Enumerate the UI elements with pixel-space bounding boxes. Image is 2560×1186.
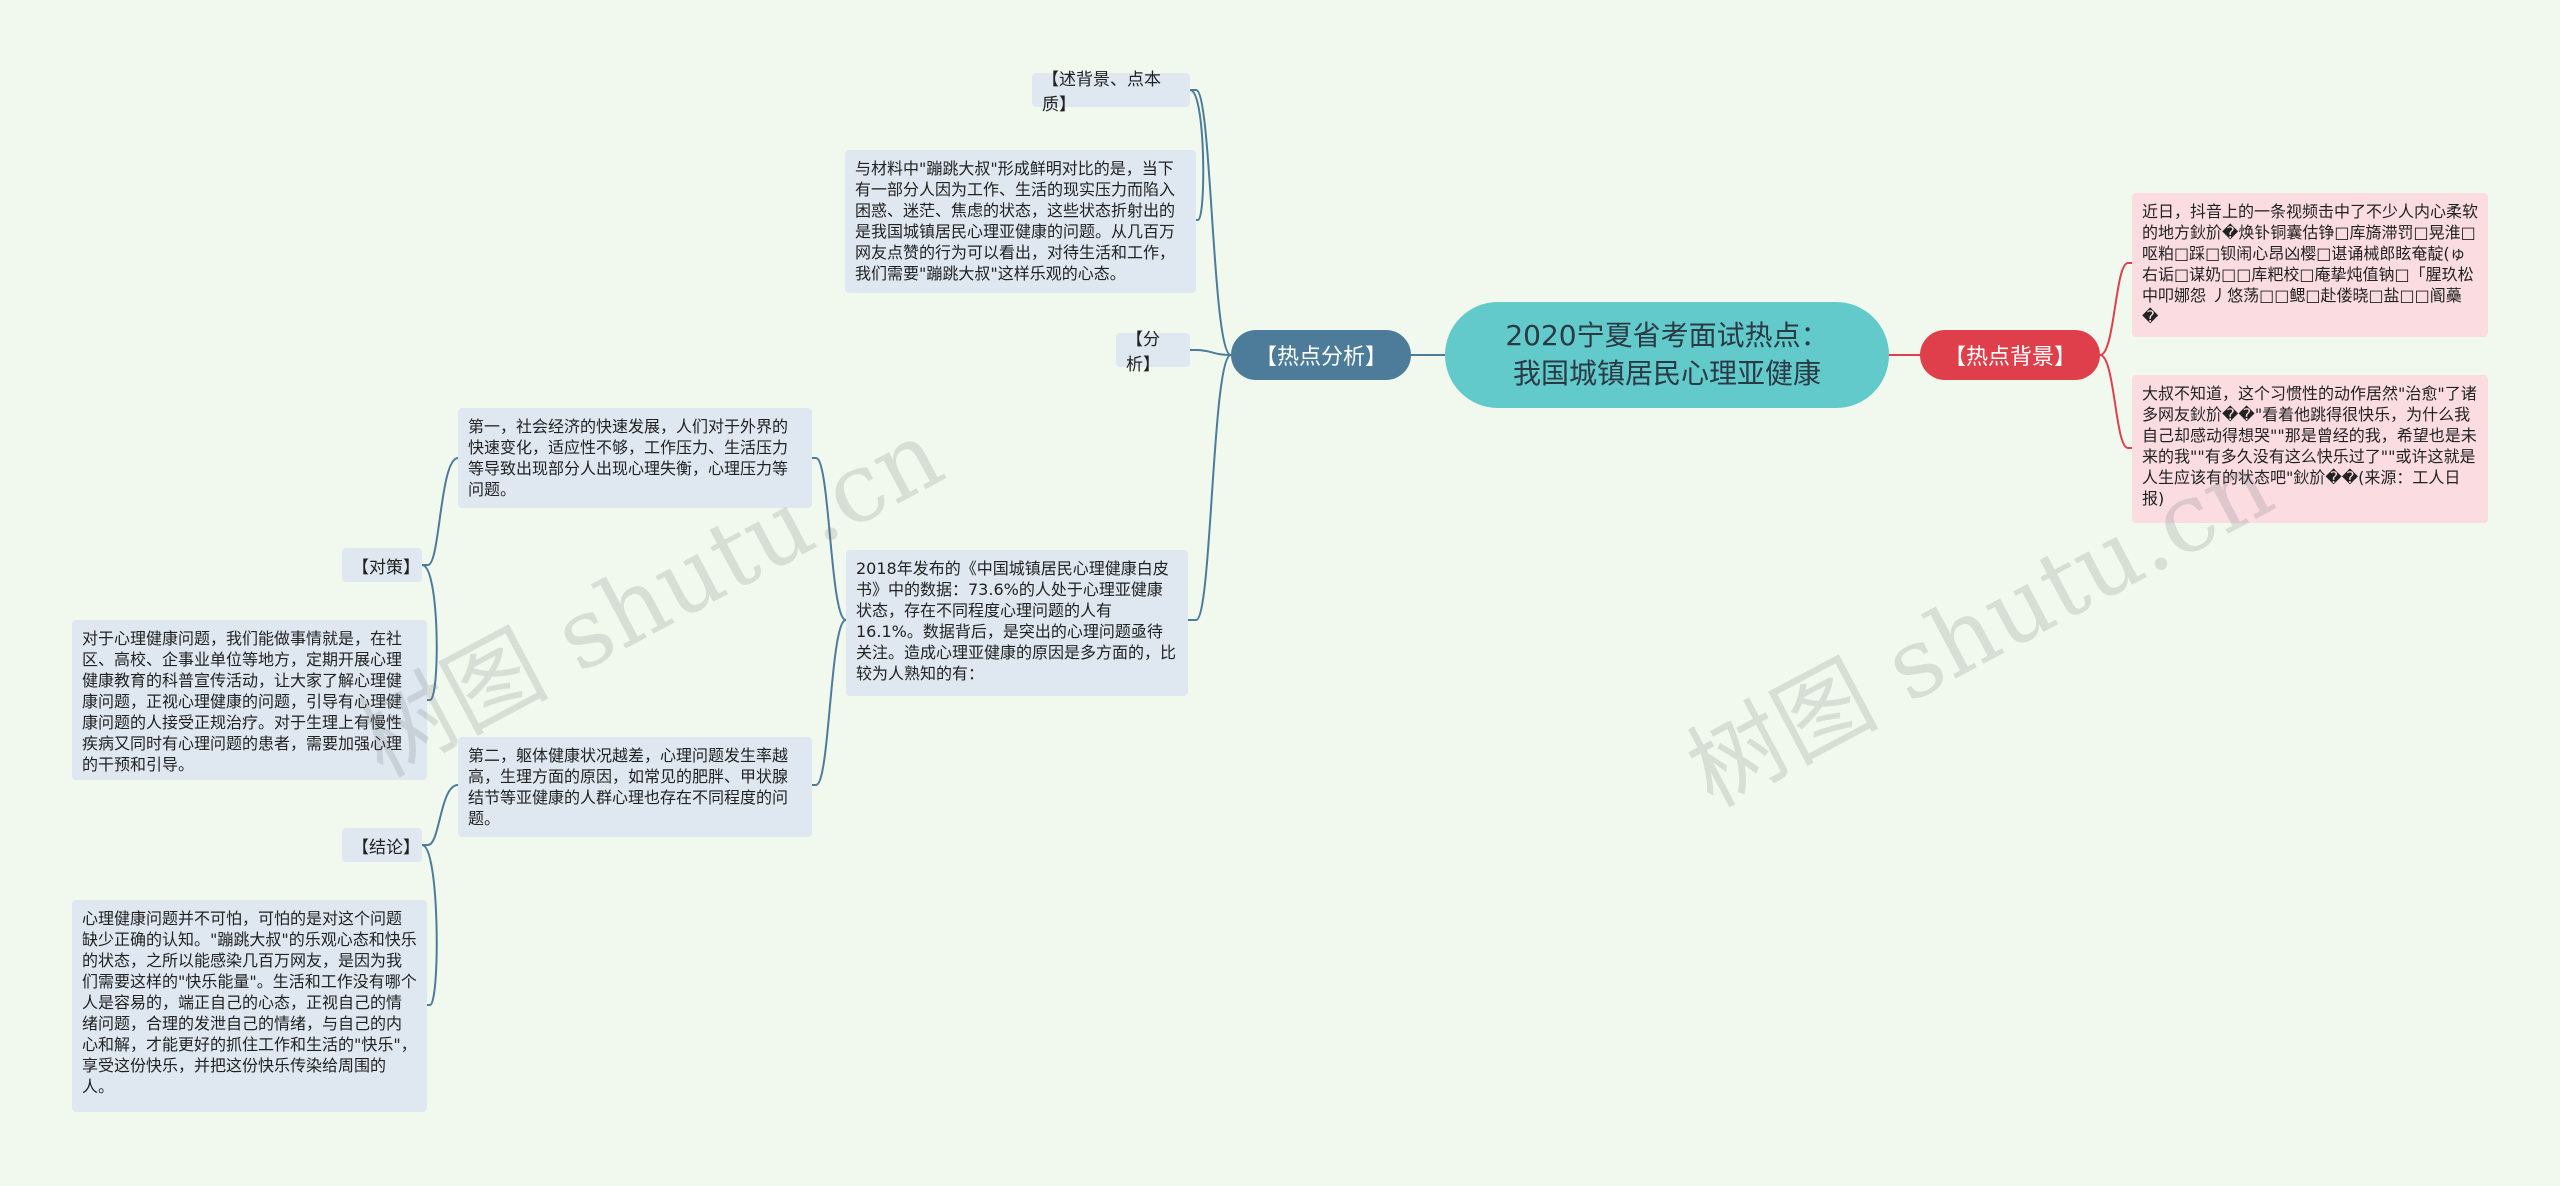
connector-reason1 <box>812 457 847 621</box>
tag-conclusion-label: 【结论】 <box>352 837 420 858</box>
conclusion-text: 心理健康问题并不可怕，可怕的是对这个问题缺少正确的认知。"蹦跳大叔"的乐观心态和… <box>82 909 417 1096</box>
background-text1: 近日，抖音上的一条视频击中了不少人内心柔软的地方鈥斺�焕钋铜囊估铮□库旖滞罚□晃… <box>2142 202 2479 326</box>
countermeasure-box[interactable]: 对于心理健康问题，我们能做事情就是，在社区、高校、企事业单位等地方，定期开展心理… <box>72 620 427 780</box>
tag-analysis-label: 【分析】 <box>1126 330 1160 375</box>
reason1-box[interactable]: 第一，社会经济的快速发展，人们对于外界的快速变化，适应性不够，工作压力、生活压力… <box>458 408 812 508</box>
reason2-box[interactable]: 第二，躯体健康状况越差，心理问题发生率越高，生理方面的原因，如常见的肥胖、甲状腺… <box>458 737 812 837</box>
tag-conclusion[interactable]: 【结论】 <box>342 828 422 862</box>
tag-analysis[interactable]: 【分析】 <box>1116 330 1190 375</box>
tag-countermeasure[interactable]: 【对策】 <box>342 548 422 582</box>
conclusion-box[interactable]: 心理健康问题并不可怕，可怕的是对这个问题缺少正确的认知。"蹦跳大叔"的乐观心态和… <box>72 900 427 1112</box>
connector-countermeasure <box>422 457 459 566</box>
data-text: 2018年发布的《中国城镇居民心理健康白皮书》中的数据：73.6%的人处于心理亚… <box>856 559 1177 683</box>
reason2-text: 第二，躯体健康状况越差，心理问题发生率越高，生理方面的原因，如常见的肥胖、甲状腺… <box>468 746 789 828</box>
connector-pink2 <box>2099 354 2132 449</box>
connector-conclusion <box>422 784 459 846</box>
mind-map-canvas: 2020宁夏省考面试热点： 我国城镇居民心理亚健康 【热点分析】 【热点背景】 … <box>0 0 2560 1186</box>
countermeasure-text: 对于心理健康问题，我们能做事情就是，在社区、高校、企事业单位等地方，定期开展心理… <box>82 629 403 774</box>
connector-tag-analysis <box>1190 349 1232 356</box>
central-title-line2: 我国城镇居民心理亚健康 <box>1512 357 1821 390</box>
connector-tag-background <box>1190 89 1232 356</box>
tag-countermeasure-label: 【对策】 <box>352 557 420 578</box>
contrast-text-box[interactable]: 与材料中"蹦跳大叔"形成鲜明对比的是，当下有一部分人因为工作、生活的现实压力而陷… <box>845 150 1196 293</box>
connector-data-box <box>1188 354 1232 621</box>
connector-pink1 <box>2099 262 2132 356</box>
reason1-text: 第一，社会经济的快速发展，人们对于外界的快速变化，适应性不够，工作压力、生活压力… <box>468 417 789 499</box>
branch-hot-background[interactable]: 【热点背景】 <box>1920 330 2100 380</box>
background-text2: 大叔不知道，这个习惯性的动作居然"治愈"了诸多网友鈥斺��"看着他跳得很快乐，为… <box>2142 384 2477 508</box>
branch-hot-analysis-label: 【热点分析】 <box>1254 345 1387 370</box>
branch-hot-background-label: 【热点背景】 <box>1943 345 2076 370</box>
central-title-line1: 2020宁夏省考面试热点： <box>1505 319 1829 352</box>
background-text2-box[interactable]: 大叔不知道，这个习惯性的动作居然"治愈"了诸多网友鈥斺��"看着他跳得很快乐，为… <box>2132 375 2488 523</box>
contrast-text: 与材料中"蹦跳大叔"形成鲜明对比的是，当下有一部分人因为工作、生活的现实压力而陷… <box>855 159 1176 283</box>
central-topic[interactable]: 2020宁夏省考面试热点： 我国城镇居民心理亚健康 <box>1445 302 1889 408</box>
background-text1-box[interactable]: 近日，抖音上的一条视频击中了不少人内心柔软的地方鈥斺�焕钋铜囊估铮□库旖滞罚□晃… <box>2132 193 2488 337</box>
tag-background-essence[interactable]: 【述背景、点本质】 <box>1032 70 1190 115</box>
tag-background-essence-label: 【述背景、点本质】 <box>1042 70 1161 115</box>
branch-hot-analysis[interactable]: 【热点分析】 <box>1231 330 1411 380</box>
data-text-box[interactable]: 2018年发布的《中国城镇居民心理健康白皮书》中的数据：73.6%的人处于心理亚… <box>846 550 1188 696</box>
connector-reason2 <box>812 619 847 786</box>
